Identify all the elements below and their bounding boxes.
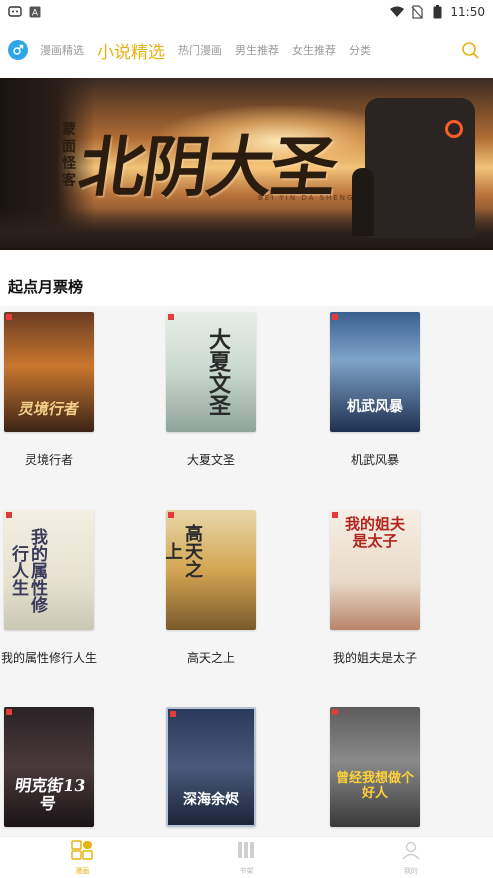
cover-title: 我的姐夫是太子 [344, 515, 405, 550]
cover-title: 明克街13号 [13, 776, 87, 813]
book-cover: 高天之上 [166, 510, 256, 630]
banner-author: 蒙面怪客 [62, 122, 76, 189]
banner-mech-eye [445, 120, 463, 138]
bottom-nav-label: 书架 [239, 866, 254, 875]
status-right: 11:50 [390, 5, 485, 19]
bottom-nav-label: 我的 [403, 866, 418, 875]
cover-title: 高天之上 [166, 524, 203, 578]
status-bar: A 11:50 [0, 0, 493, 24]
bottom-nav-bookshelf[interactable]: 书架 [164, 837, 328, 878]
book-item[interactable]: 灵境行者 灵境行者 [0, 312, 109, 467]
badge-icon [332, 709, 338, 715]
badge-icon [170, 711, 176, 717]
book-cover: 我的姐夫是太子 [330, 510, 420, 630]
book-title: 我的姐夫是太子 [332, 651, 417, 665]
no-sim-icon [410, 5, 424, 19]
book-title: 大夏文圣 [186, 453, 235, 467]
bottom-nav-profile[interactable]: 我的 [329, 837, 493, 878]
badge-icon [6, 314, 12, 320]
cover-title: 深海余烬 [183, 792, 239, 808]
book-cover: 灵境行者 [4, 312, 94, 432]
user-icon [401, 840, 421, 864]
book-cover: 明克街13号 [4, 707, 94, 827]
bottom-nav: 漫画 书架 我的 [0, 836, 493, 878]
book-cover: 机武风暴 [330, 312, 420, 432]
section-title: 起点月票榜 [8, 278, 84, 296]
book-item[interactable]: 曾经我想做个好人 [315, 707, 435, 848]
book-item[interactable]: 我的姐夫是太子 我的姐夫是太子 [315, 510, 435, 665]
book-cover: 深海余烬 [166, 707, 256, 827]
book-item[interactable]: 明克街13号 [0, 707, 109, 848]
tab-male-recommend[interactable]: 男生推荐 [235, 42, 279, 58]
status-left: A [8, 5, 42, 19]
book-cover: 大夏文圣 [166, 312, 256, 432]
book-item[interactable]: 大夏文圣 大夏文圣 [151, 312, 271, 467]
book-title: 灵境行者 [24, 453, 73, 467]
book-title: 我的属性修行人生 [0, 651, 97, 665]
status-time: 11:50 [450, 5, 485, 19]
book-cover: 我的属性修行人生 [4, 510, 94, 630]
tab-hot-comics[interactable]: 热门漫画 [178, 42, 222, 58]
cover-title: 灵境行者 [17, 400, 81, 418]
search-icon[interactable] [459, 39, 481, 61]
bottom-nav-label: 漫画 [75, 866, 90, 875]
app-icon [8, 5, 22, 19]
book-item[interactable]: 机武风暴 机武风暴 [315, 312, 435, 467]
a-icon: A [28, 5, 42, 19]
badge-icon [6, 512, 12, 518]
cover-title: 机武风暴 [347, 399, 403, 415]
battery-icon [430, 5, 444, 19]
cover-title: 曾经我想做个好人 [335, 771, 414, 801]
bookshelf-icon [236, 840, 256, 864]
tab-novel-picks[interactable]: 小说精选 [97, 38, 165, 63]
cover-title: 大夏文圣 [205, 328, 231, 416]
book-item[interactable]: 深海余烬 [151, 707, 271, 848]
tab-comic-picks[interactable]: 漫画精选 [40, 42, 84, 58]
book-title: 机武风暴 [350, 453, 399, 467]
svg-text:A: A [32, 9, 39, 19]
banner-pinyin: BEI YIN DA SHENG [258, 194, 355, 202]
cover-title: 我的属性修行人生 [8, 527, 47, 613]
top-nav: 漫画精选 小说精选 热门漫画 男生推荐 女生推荐 分类 [0, 24, 493, 76]
category-tabs: 漫画精选 小说精选 热门漫画 男生推荐 女生推荐 分类 [40, 38, 459, 63]
badge-icon [332, 314, 338, 320]
featured-banner[interactable]: 蒙面怪客 北阴大圣 BEI YIN DA SHENG [0, 78, 493, 250]
bottom-nav-comics[interactable]: 漫画 [0, 837, 164, 878]
wifi-icon [390, 5, 405, 19]
grid-icon [71, 839, 93, 864]
book-title: 高天之上 [186, 651, 235, 665]
badge-icon [168, 314, 174, 320]
book-item[interactable]: 我的属性修行人生 我的属性修行人生 [0, 510, 109, 665]
book-item[interactable]: 高天之上 高天之上 [151, 510, 271, 665]
banner-figure [352, 168, 374, 236]
book-cover: 曾经我想做个好人 [330, 707, 420, 827]
male-icon[interactable] [8, 40, 28, 60]
badge-icon [6, 709, 12, 715]
tab-categories[interactable]: 分类 [349, 42, 371, 58]
badge-icon [332, 512, 338, 518]
banner-mech-robot [365, 98, 475, 238]
tab-female-recommend[interactable]: 女生推荐 [292, 42, 336, 58]
